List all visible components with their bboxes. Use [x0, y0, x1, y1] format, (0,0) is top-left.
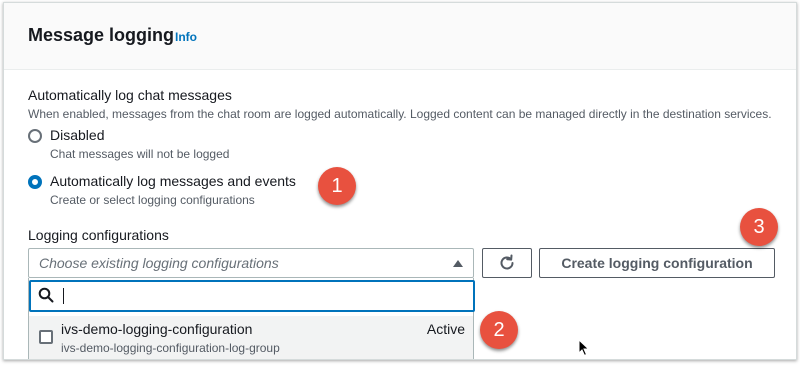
radio-auto-log[interactable] [28, 175, 42, 189]
refresh-icon [500, 254, 514, 270]
option-status: Active [426, 321, 465, 337]
text-cursor [63, 288, 64, 304]
panel-header: Message logging Info [4, 3, 796, 70]
logging-configurations-select[interactable]: Choose existing logging configurations [28, 248, 474, 278]
radio-disabled-label[interactable]: Disabled [50, 127, 104, 143]
option-checkbox[interactable] [39, 330, 53, 344]
create-logging-configuration-button[interactable]: Create logging configuration [539, 248, 775, 278]
message-logging-panel: Message logging Info Automatically log c… [3, 2, 797, 360]
radio-disabled-description: Chat messages will not be logged [50, 147, 230, 161]
dropdown-search[interactable] [29, 280, 475, 312]
callout-badge-2: 2 [480, 311, 518, 349]
list-item[interactable]: ivs-demo-logging-configuration ivs-demo-… [29, 316, 473, 359]
auto-log-label: Automatically log chat messages [28, 87, 232, 103]
caret-up-icon [453, 260, 463, 267]
radio-auto-log-description: Create or select logging configurations [50, 193, 255, 207]
panel-title: Message logging [28, 25, 175, 45]
auto-log-description: When enabled, messages from the chat roo… [28, 107, 772, 121]
dropdown-search-input[interactable] [61, 286, 461, 306]
select-placeholder: Choose existing logging configurations [39, 255, 279, 271]
radio-disabled[interactable] [28, 129, 42, 143]
info-link[interactable]: Info [175, 30, 197, 44]
radio-auto-log-label[interactable]: Automatically log messages and events [50, 173, 296, 189]
option-name: ivs-demo-logging-configuration [61, 321, 253, 337]
mouse-cursor-icon [578, 339, 590, 357]
refresh-button[interactable] [482, 248, 532, 278]
logging-configurations-label: Logging configurations [28, 227, 169, 243]
callout-badge-1: 1 [318, 167, 356, 205]
callout-badge-3: 3 [740, 208, 778, 246]
option-log-group: ivs-demo-logging-configuration-log-group [61, 341, 280, 355]
logging-configurations-dropdown: ivs-demo-logging-configuration ivs-demo-… [28, 278, 475, 359]
search-icon [38, 287, 54, 303]
